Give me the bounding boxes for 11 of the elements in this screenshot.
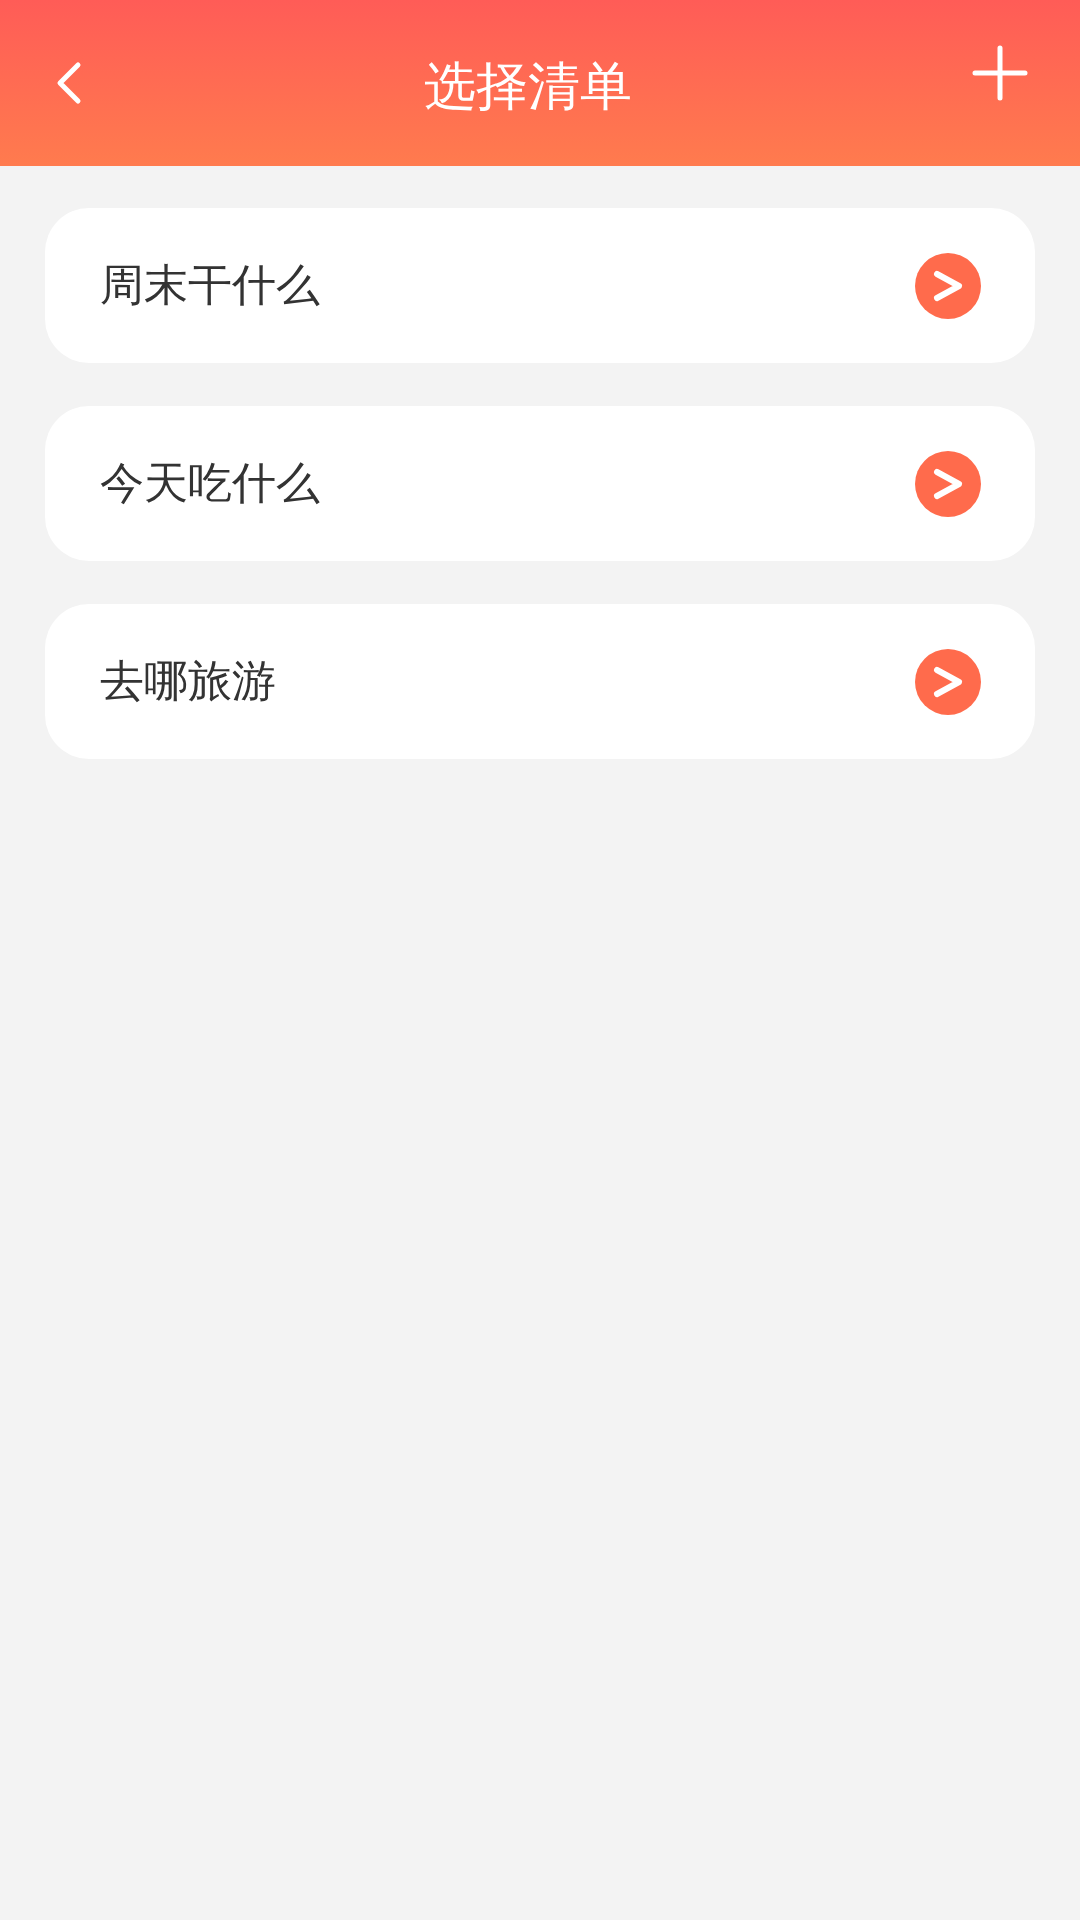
list-name: 周末干什么 (100, 258, 320, 312)
add-icon[interactable] (972, 45, 1028, 101)
list-name: 今天吃什么 (100, 456, 320, 510)
list-name: 去哪旅游 (100, 654, 276, 708)
list-card[interactable]: 去哪旅游 (45, 604, 1035, 759)
page-title: 选择清单 (424, 55, 632, 118)
list-card[interactable]: 周末干什么 (45, 208, 1035, 363)
list-card[interactable]: 今天吃什么 (45, 406, 1035, 561)
arrow-circle-icon[interactable] (915, 648, 981, 715)
arrow-circle-icon[interactable] (915, 252, 981, 319)
arrow-circle-icon[interactable] (915, 450, 981, 517)
